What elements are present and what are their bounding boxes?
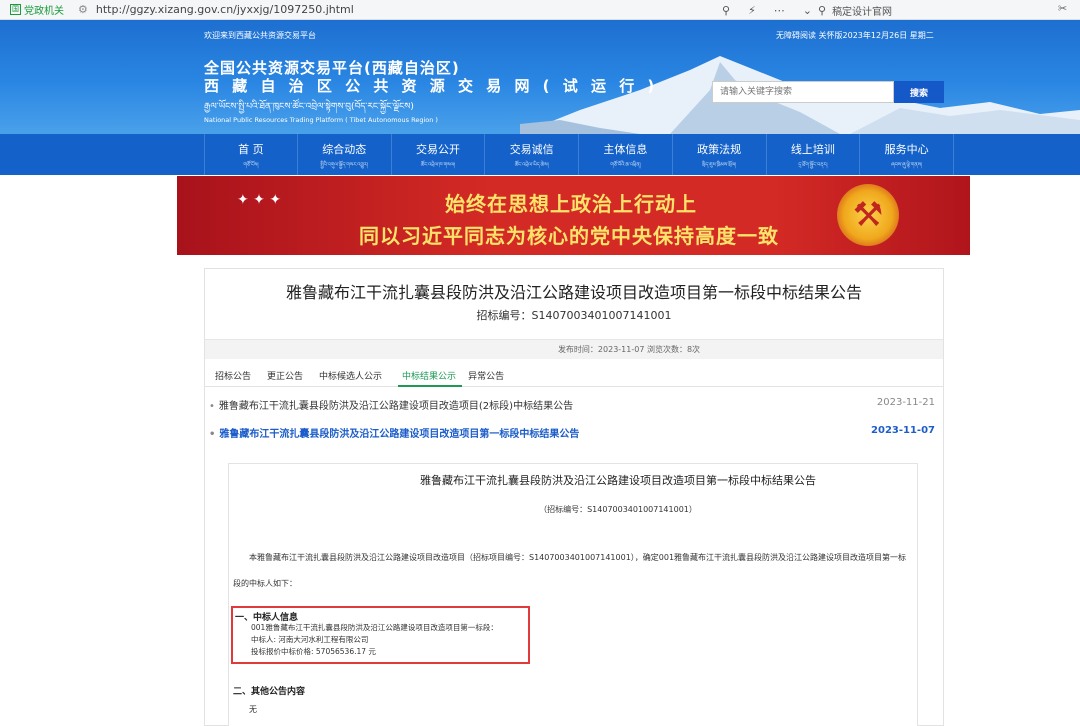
site-header: 欢迎来到西藏公共资源交易平台 无障碍阅读 关怀版2023年12月26日 星期二 …: [0, 20, 1080, 134]
chevron-down-icon[interactable]: ⌄: [803, 4, 812, 17]
gov-badge-label: 党政机关: [24, 6, 64, 17]
accessibility-date[interactable]: 无障碍阅读 关怀版2023年12月26日 星期二: [776, 30, 934, 41]
notice-document: 雅鲁藏布江干流扎囊县段防洪及沿江公路建设项目改造项目第一标段中标结果公告 （招标…: [228, 463, 918, 726]
list-item-date: 2023-11-21: [876, 397, 935, 408]
tab-award-result[interactable]: 中标结果公示: [398, 363, 463, 387]
gov-badge-icon: 国: [10, 4, 21, 15]
search-button[interactable]: 搜索: [894, 81, 944, 103]
banner-line1: 始终在思想上政治上行动上: [445, 192, 697, 216]
browser-search-text: 稿定设计官网: [832, 6, 893, 18]
nav-item-trading-public[interactable]: 交易公开 ཚོང་འབྲེལ་ཁ་གསལ།: [392, 134, 486, 175]
doc-paragraph: 本雅鲁藏布江干流扎囊县段防洪及沿江公路建设项目改造项目（招标项目编号：S1407…: [249, 553, 907, 562]
site-security-icon[interactable]: ⚙: [78, 3, 88, 16]
notice-meta: 发布时间：2023-11-07 浏览次数：8次: [205, 339, 943, 359]
doc-title: 雅鲁藏布江干流扎囊县段防洪及沿江公路建设项目改造项目第一标段中标结果公告: [420, 474, 816, 487]
notice-title: 雅鲁藏布江干流扎囊县段防洪及沿江公路建设项目改造项目第一标段中标结果公告: [285, 283, 862, 302]
winner-price: 投标报价中标价格: 57056536.17 元: [251, 647, 376, 656]
notice-panel: 雅鲁藏布江干流扎囊县段防洪及沿江公路建设项目改造项目第一标段中标结果公告 招标编…: [204, 268, 944, 726]
nav-item-trading-credit[interactable]: 交易诚信 ཚོང་འབྲེལ་ཡིད་ཆེས།: [485, 134, 580, 175]
tab-bid-announcement[interactable]: 招标公告: [215, 363, 261, 387]
section-heading-other: 二、其他公告内容: [233, 687, 306, 697]
list-item-date: 2023-11-07: [871, 425, 935, 436]
tab-abnormal[interactable]: 异常公告: [468, 363, 514, 387]
site-title-line2: 西 藏 自 治 区 公 共 资 源 交 易 网 ( 试 运 行 ): [204, 77, 659, 95]
doc-paragraph: 段的中标人如下：: [233, 579, 297, 588]
nav-item-service[interactable]: 服务中心 ཞབས་ཞུ་ལྟེ་གནས།: [860, 134, 954, 175]
slogan-banner: ✦ ✦ ✦ 始终在思想上政治上行动上 同以习近平同志为核心的党中央保持高度一致 …: [177, 176, 970, 255]
browser-search-box[interactable]: ⚲ 稿定设计官网: [818, 2, 1050, 18]
nav-item-news[interactable]: 综合动态 སྤྱིའི་འགུལ་སྐྱོད་གསར་འགྱུར།: [298, 134, 392, 175]
tab-correction[interactable]: 更正公告: [267, 363, 313, 387]
site-title-english: National Public Resources Trading Platfo…: [204, 116, 438, 124]
bullet-icon: •: [209, 429, 216, 440]
notice-tabs: 招标公告 更正公告 中标候选人公示 中标结果公示 异常公告: [205, 363, 943, 387]
url-field[interactable]: http://ggzy.xizang.gov.cn/jyxxjg/1097250…: [96, 3, 354, 16]
bullet-icon: •: [209, 401, 215, 412]
more-icon[interactable]: ⋯: [774, 4, 785, 17]
nav-item-training[interactable]: 线上培训 དྲ་ཐོག་སྦྱོང་བརྡར།: [767, 134, 861, 175]
birds-icon: ✦ ✦ ✦: [237, 192, 282, 208]
scissors-icon[interactable]: ✂: [1058, 2, 1067, 15]
welcome-text: 欢迎来到西藏公共资源交易平台: [204, 31, 316, 40]
result-list: • 雅鲁藏布江干流扎囊县段防洪及沿江公路建设项目改造项目(2标段)中标结果公告 2…: [205, 397, 943, 453]
banner-line2: 同以习近平同志为核心的党中央保持高度一致: [359, 224, 779, 248]
nav-item-entity-info[interactable]: 主体信息 གཙོ་བོའི་ཆ་འཕྲིན།: [579, 134, 673, 175]
section-other-value: 无: [249, 705, 257, 714]
winner-name: 中标人: 河南大河水利工程有限公司: [251, 635, 369, 644]
main-nav: 首 页 གཙོ་ངོས། 综合动态 སྤྱིའི་འགུལ་སྐྱོད་གསར་འག…: [0, 134, 1080, 175]
lightning-icon[interactable]: ⚡: [748, 4, 756, 17]
search-icon: ⚲: [818, 3, 827, 17]
notice-bid-number: 招标编号：S1407003401007141001: [476, 309, 672, 322]
browser-tools: ⚲ ⚡ ⋯ ⌄: [722, 0, 812, 20]
browser-address-bar: 国 党政机关 ⚙ http://ggzy.xizang.gov.cn/jyxxj…: [0, 0, 1080, 20]
party-emblem-icon: ⚒: [837, 184, 899, 246]
doc-bid-number: （招标编号：S1407003401007141001）: [539, 505, 697, 514]
zoom-icon[interactable]: ⚲: [722, 4, 730, 17]
list-item[interactable]: • 雅鲁藏布江干流扎囊县段防洪及沿江公路建设项目改造项目(2标段)中标结果公告 2…: [205, 397, 943, 425]
nav-item-policy[interactable]: 政策法规 སྲིད་ཇུས་ཁྲིམས་སྲོལ།: [673, 134, 767, 175]
gov-badge[interactable]: 国 党政机关: [10, 2, 64, 17]
winner-lot: 001雅鲁藏布江干流扎囊县段防洪及沿江公路建设项目改造项目第一标段：: [251, 623, 498, 632]
winner-info-highlight: 一、中标人信息 001雅鲁藏布江干流扎囊县段防洪及沿江公路建设项目改造项目第一标…: [231, 606, 530, 664]
nav-item-home[interactable]: 首 页 གཙོ་ངོས།: [204, 134, 298, 175]
list-item[interactable]: • 雅鲁藏布江干流扎囊县段防洪及沿江公路建设项目改造项目第一标段中标结果公告 20…: [205, 425, 943, 453]
search-input[interactable]: [712, 81, 894, 103]
tab-candidates[interactable]: 中标候选人公示: [319, 363, 392, 387]
site-search: 搜索: [712, 81, 944, 103]
